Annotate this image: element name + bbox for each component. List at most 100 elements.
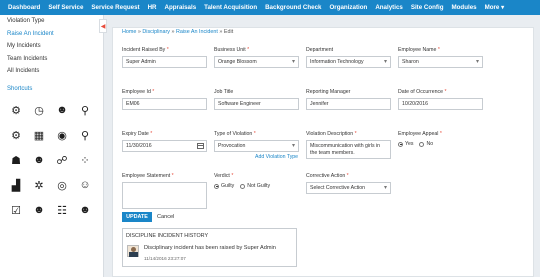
employee-name-label: Employee Name [398,47,437,53]
person-money-icon[interactable]: ☻ [32,153,46,167]
verdict-label: Verdict [214,173,230,179]
expiry-date-value: 11/30/2016 [126,143,152,149]
gear-ring-icon[interactable]: ✲ [32,178,46,192]
appeal-no-label: No [426,141,434,147]
required-mark: * [166,47,169,53]
chat-users-icon[interactable]: ☺ [78,178,92,192]
nav-service-request[interactable]: Service Request [87,4,143,11]
sidebar: Violation Type Raise An Incident My Inci… [0,15,104,277]
nav-analytics[interactable]: Analytics [371,4,407,11]
appeal-yes-label: Yes [405,141,414,147]
cancel-link[interactable]: Cancel [157,214,174,220]
person-chart-icon[interactable]: ☗ [9,153,23,167]
violation-description-label: Violation Description [306,131,354,137]
shortcut-grid: ⚙ ◷ ☻ ⚲ ⚙ ▦ ◉ ⚲ ☗ ☻ ☍ ⁘ ▟ ✲ ◎ ☺ ☑ ☻ ☷ ☻ [9,103,92,217]
bar-chart-icon[interactable]: ▟ [9,178,23,192]
expiry-date-input[interactable]: 11/30/2016 [122,140,207,152]
update-button[interactable]: UPDATE [122,212,152,222]
field-verdict: Verdict * Guilty Not Guilty [214,173,270,189]
nav-dashboard[interactable]: Dashboard [4,4,44,11]
add-violation-type-link[interactable]: Add Violation Type [255,154,298,160]
sidebar-item-raise-incident[interactable]: Raise An Incident [0,28,103,41]
history-message: Disciplinary incident has been raised by… [144,245,276,251]
location-pin-icon[interactable]: ⚲ [78,128,92,142]
reporting-manager-label: Reporting Manager [306,89,351,95]
people-group-icon[interactable]: ☻ [55,103,69,117]
org-chart-icon[interactable]: ☷ [55,203,69,217]
date-of-occurrence-input[interactable]: 10/20/2016 [398,98,483,110]
nav-talent-acquisition[interactable]: Talent Acquisition [200,4,261,11]
violation-description-textarea[interactable]: Miscommunication with girls in the team … [306,140,391,159]
job-title-input[interactable]: Software Engineer [214,98,299,110]
top-navigation-bar: Dashboard Self Service Service Request H… [0,0,540,15]
department-label: Department [306,47,334,53]
field-date-of-occurrence: Date of Occurrence * 10/20/2016 [398,89,483,110]
breadcrumb-raise-incident[interactable]: Raise An Incident [176,29,218,35]
sidebar-item-all-incidents[interactable]: All Incidents [0,65,103,78]
expiry-date-label: Expiry Date [122,131,149,137]
employee-name-select[interactable]: Sharon [398,56,483,68]
business-unit-label: Business Unit [214,47,246,53]
employee-id-input[interactable]: EM06 [122,98,207,110]
verdict-not-guilty-radio[interactable]: Not Guilty [240,183,270,189]
coins-gear-icon[interactable]: ◉ [55,128,69,142]
verdict-guilty-radio[interactable]: Guilty [214,183,234,189]
radio-selected-icon [398,141,403,147]
required-mark: * [439,131,442,137]
field-type-of-violation: Type of Violation * Provocation [214,131,299,152]
required-mark: * [253,131,256,137]
required-mark: * [437,47,440,53]
sidebar-item-violation-type[interactable]: Violation Type [0,15,103,28]
person-network-icon[interactable]: ☍ [55,153,69,167]
field-employee-name: Employee Name * Sharon [398,47,483,68]
violation-type-label: Type of Violation [214,131,253,137]
breadcrumb-separator: » [219,29,223,35]
nav-site-config[interactable]: Site Config [407,4,448,11]
reporting-manager-input[interactable]: Jennifer [306,98,391,110]
nav-organization[interactable]: Organization [325,4,371,11]
department-select[interactable]: Information Technology [306,56,391,68]
employee-appeal-label: Employee Appeal [398,131,439,137]
nav-background-check[interactable]: Background Check [261,4,325,11]
employee-id-label: Employee Id [122,89,151,95]
breadcrumb-edit: Edit [223,29,234,35]
checklist-icon[interactable]: ☑ [9,203,23,217]
radio-empty-icon [419,141,425,147]
breadcrumb-disciplinary[interactable]: Disciplinary [142,29,170,35]
person-gear-icon[interactable]: ☻ [32,203,46,217]
clock-icon[interactable]: ◷ [32,103,46,117]
verdict-radio-group: Guilty Not Guilty [214,183,270,189]
appeal-yes-radio[interactable]: Yes [398,141,413,147]
buildings-icon[interactable]: ▦ [32,128,46,142]
raised-by-input[interactable]: Super Admin [122,56,207,68]
nav-modules[interactable]: Modules [447,4,480,11]
required-mark: * [150,131,153,137]
people-badge-icon[interactable]: ☻ [78,203,92,217]
sidebar-item-my-incidents[interactable]: My Incidents [0,40,103,53]
violation-type-select[interactable]: Provocation [214,140,299,152]
target-icon[interactable]: ◎ [55,178,69,192]
radio-selected-icon [214,183,219,189]
nav-hr[interactable]: HR [144,4,161,11]
business-unit-select[interactable]: Orange Blossom [214,56,299,68]
sidebar-item-team-incidents[interactable]: Team Incidents [0,53,103,66]
people-grid-icon[interactable]: ⁘ [78,153,92,167]
employee-statement-label: Employee Statement [122,173,171,179]
corrective-action-select[interactable]: Select Corrective Action [306,182,391,194]
required-mark: * [444,89,447,95]
breadcrumb-home[interactable]: Home [122,29,136,35]
field-corrective-action: Corrective Action * Select Corrective Ac… [306,173,391,194]
person-pin-icon[interactable]: ⚲ [78,103,92,117]
money-cogs-icon[interactable]: ⚙ [9,128,23,142]
nav-appraisals[interactable]: Appraisals [161,4,201,11]
raised-by-label: Incident Raised By [122,47,166,53]
nav-self-service[interactable]: Self Service [44,4,87,11]
nav-more[interactable]: More ▾ [481,4,509,11]
employee-statement-textarea[interactable] [122,182,207,209]
appeal-no-radio[interactable]: No [419,141,433,147]
sidebar-collapse-arrow-icon[interactable]: ◀ [99,19,107,33]
required-mark: * [231,173,234,179]
history-title: DISCIPLINE INCIDENT HISTORY [126,233,209,239]
settings-cogs-icon[interactable]: ⚙ [9,103,23,117]
calendar-icon[interactable] [197,143,204,149]
